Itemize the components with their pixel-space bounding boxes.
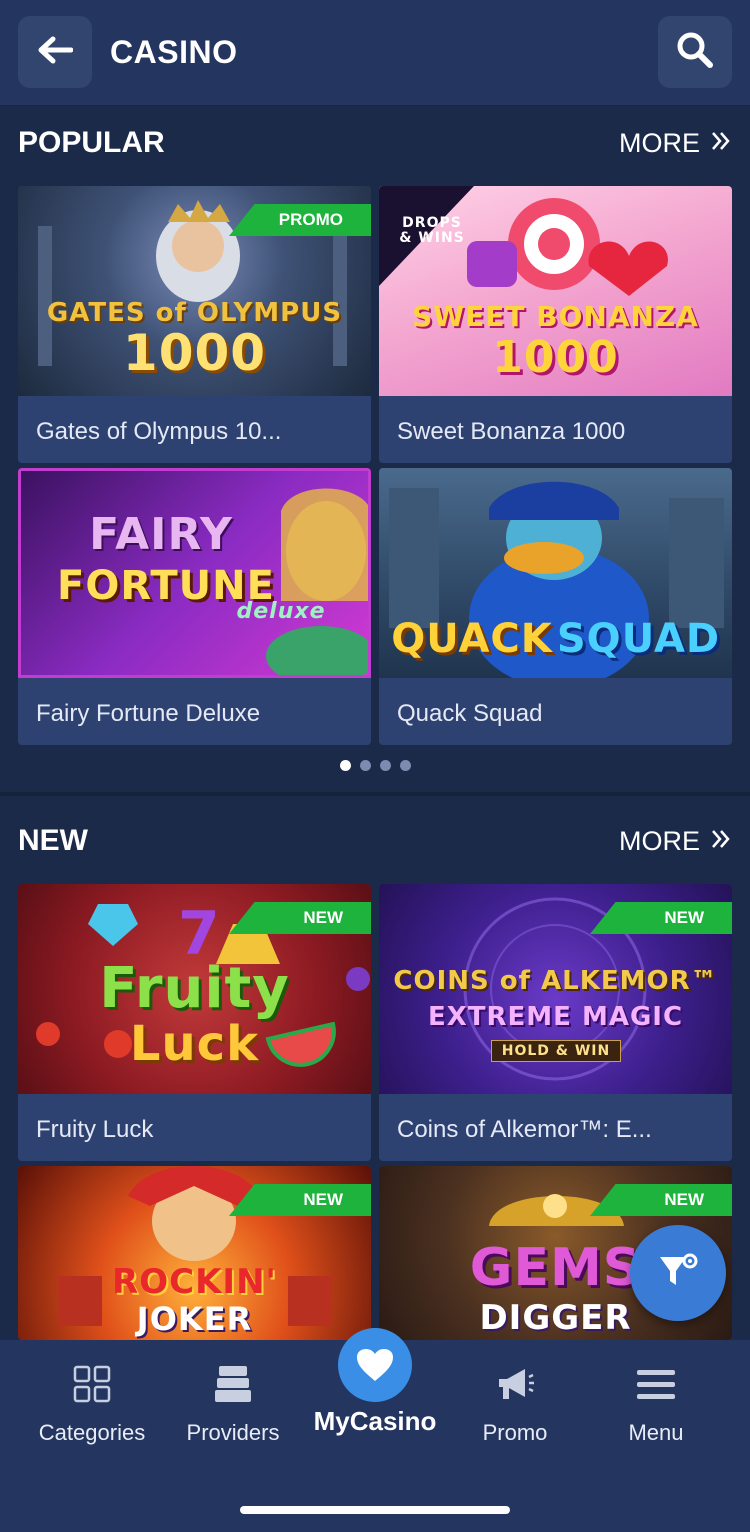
more-link-popular[interactable]: MORE xyxy=(619,128,732,159)
back-button[interactable] xyxy=(18,16,92,88)
game-tile[interactable]: QUACK SQUAD Quack Squad xyxy=(379,468,732,745)
megaphone-icon xyxy=(495,1362,535,1406)
heart-icon xyxy=(338,1328,412,1402)
search-icon xyxy=(676,31,714,74)
game-tile[interactable]: GATES of OLYMPUS 1000 PROMO Gates of Oly… xyxy=(18,186,371,463)
bottom-navigation: Categories Providers MyCasino Promo Menu xyxy=(0,1328,750,1532)
nav-label: MyCasino xyxy=(313,1406,437,1436)
game-name: Sweet Bonanza 1000 xyxy=(397,418,626,445)
art-title: COINS of ALKEMOR™ xyxy=(393,966,718,996)
filter-button[interactable] xyxy=(630,1225,726,1321)
art-title: FAIRY xyxy=(89,509,233,560)
top-bar: CASINO xyxy=(0,0,750,106)
game-tile[interactable]: 7 Fruity Luck NEW Fruity Luck xyxy=(18,884,371,1161)
stack-icon xyxy=(215,1362,251,1406)
carousel-pager xyxy=(0,760,750,776)
art-title-number: 1000 xyxy=(122,324,267,382)
pager-dot[interactable] xyxy=(359,760,371,771)
section-title-new: NEW xyxy=(18,824,88,857)
arrow-left-icon xyxy=(37,35,74,70)
page-title: CASINO xyxy=(110,34,238,70)
nav-promo[interactable]: Promo xyxy=(440,1362,590,1446)
game-name: Gates of Olympus 10... xyxy=(36,418,282,445)
nav-label: Categories xyxy=(38,1420,146,1445)
art-subtitle: HOLD & WIN xyxy=(491,1040,621,1062)
game-tile[interactable]: FAIRY FORTUNE deluxe Fairy Fortune Delux… xyxy=(18,468,371,745)
more-link-new[interactable]: MORE xyxy=(619,826,732,857)
art-title: Fruity xyxy=(99,956,290,1021)
double-chevron-right-icon xyxy=(710,826,732,857)
nav-label: Promo xyxy=(482,1420,548,1445)
home-indicator[interactable] xyxy=(240,1506,510,1514)
hamburger-icon xyxy=(637,1362,675,1406)
grid-icon xyxy=(73,1362,111,1406)
game-tile[interactable]: DROPS & WINS SWEET BONANZA 1000 Sweet Bo… xyxy=(379,186,732,463)
nav-menu[interactable]: Menu xyxy=(581,1362,731,1446)
nav-label: Providers xyxy=(186,1420,280,1445)
popular-section-header: POPULAR MORE xyxy=(0,118,750,168)
art-title: SWEET BONANZA xyxy=(412,300,699,333)
nav-providers[interactable]: Providers xyxy=(158,1362,308,1446)
art-title-2: EXTREME MAGIC xyxy=(427,1002,684,1032)
game-thumbnail: DROPS & WINS SWEET BONANZA 1000 xyxy=(379,186,732,396)
pager-dot[interactable] xyxy=(339,760,351,771)
double-chevron-right-icon xyxy=(710,128,732,159)
game-tile[interactable]: ROCKIN' JOKER NEW xyxy=(18,1166,371,1340)
filter-settings-icon xyxy=(656,1249,700,1298)
nav-label: Menu xyxy=(628,1420,684,1445)
pager-dot[interactable] xyxy=(379,760,391,771)
art-title-2: SQUAD xyxy=(556,616,721,662)
section-title-popular: POPULAR xyxy=(18,126,165,159)
more-label: MORE xyxy=(619,826,700,856)
art-title-number: 1000 xyxy=(492,332,619,383)
game-name: Quack Squad xyxy=(397,700,543,727)
nav-mycasino[interactable]: MyCasino xyxy=(300,1328,450,1437)
game-name: Fairy Fortune Deluxe xyxy=(36,700,261,727)
game-thumbnail: QUACK SQUAD xyxy=(379,468,732,678)
more-label: MORE xyxy=(619,128,700,158)
pager-dot[interactable] xyxy=(399,760,411,771)
section-divider xyxy=(0,792,750,796)
art-tag: DROPS & WINS xyxy=(399,215,465,246)
art-title: QUACK xyxy=(391,616,553,662)
game-thumbnail: FAIRY FORTUNE deluxe xyxy=(18,468,371,678)
search-button[interactable] xyxy=(658,16,732,88)
game-name: Coins of Alkemor™: E... xyxy=(397,1116,652,1143)
art-title: ROCKIN' xyxy=(112,1262,277,1302)
nav-categories[interactable]: Categories xyxy=(17,1362,167,1446)
new-section-header: NEW MORE xyxy=(0,816,750,866)
game-tile[interactable]: COINS of ALKEMOR™ EXTREME MAGIC HOLD & W… xyxy=(379,884,732,1161)
game-name: Fruity Luck xyxy=(36,1116,154,1143)
art-title-2: Luck xyxy=(129,1016,260,1072)
art-subtitle: deluxe xyxy=(236,599,326,624)
